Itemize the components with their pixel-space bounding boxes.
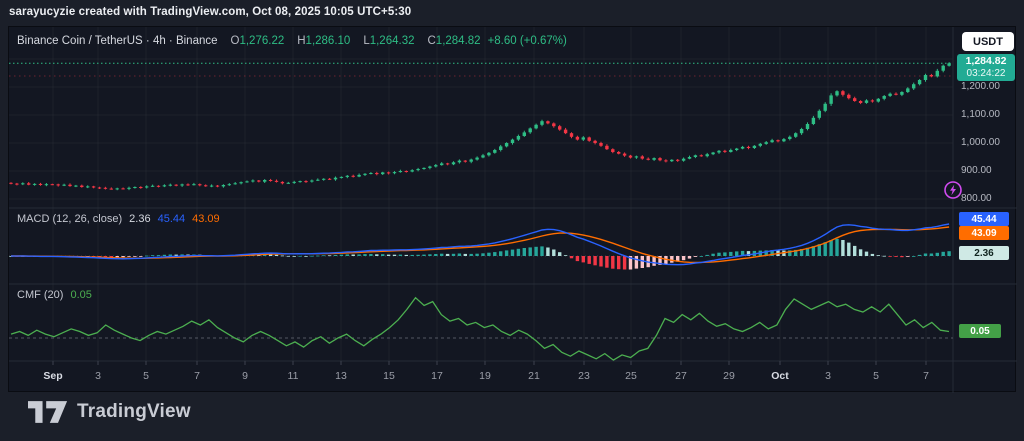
time-tick-label: 19 [468,370,502,382]
ohlc-close: C1,284.82 [421,35,480,47]
cmf-title[interactable]: CMF (20) [17,289,63,301]
time-tick-label: 7 [909,370,943,382]
currency-toggle-button[interactable]: USDT [962,32,1014,51]
time-tick-label: 25 [614,370,648,382]
time-tick-label: 7 [180,370,214,382]
last-price-value: 1,284.82 [966,55,1007,68]
macd-hist-badge: 2.36 [959,246,1009,260]
time-tick-label: 17 [420,370,454,382]
time-tick-label: 13 [324,370,358,382]
time-tick-label: Sep [36,370,70,382]
price-tick-label: 800.00 [961,193,992,204]
tradingview-logo-text: TradingView [77,401,191,423]
instant-trading-icon[interactable] [943,180,963,200]
time-tick-label: 27 [664,370,698,382]
cmf-value: 0.05 [70,289,91,301]
time-tick-label: 9 [228,370,262,382]
symbol-legend: Binance Coin / TetherUS · 4h · Binance O… [17,35,567,47]
macd-line-badge: 45.44 [959,212,1009,226]
cmf-value-badge: 0.05 [959,324,1001,338]
tradingview-logo-icon [28,401,68,423]
chart-canvas[interactable] [9,27,1017,393]
chart-card: Binance Coin / TetherUS · 4h · Binance O… [8,26,1016,392]
cmf-legend: CMF (20) 0.05 [17,289,92,301]
footer-bar: TradingView [0,392,1024,441]
time-tick-label: 5 [129,370,163,382]
time-tick-label: 3 [811,370,845,382]
time-tick-label: 23 [567,370,601,382]
tradingview-logo[interactable]: TradingView [28,401,191,423]
macd-signal-value: 43.09 [192,213,220,225]
last-price-badge: 1,284.82 03:24:22 [957,54,1015,81]
time-tick-label: 15 [372,370,406,382]
time-tick-label: 11 [276,370,310,382]
macd-line-value: 45.44 [158,213,186,225]
macd-legend: MACD (12, 26, close) 2.36 45.44 43.09 [17,213,220,225]
time-tick-label: 5 [859,370,893,382]
price-tick-label: 1,000.00 [961,137,1000,148]
ohlc-change: +8.60 (+0.67%) [488,35,567,47]
ohlc-open: O1,276.22 [225,35,285,47]
price-tick-label: 900.00 [961,165,992,176]
ohlc-low: L1,264.32 [357,35,414,47]
price-tick-label: 1,200.00 [961,81,1000,92]
bar-countdown: 03:24:22 [967,68,1006,81]
time-tick-label: Oct [763,370,797,382]
macd-signal-badge: 43.09 [959,226,1009,240]
attribution-bar: sarayucyzie created with TradingView.com… [0,0,1024,26]
macd-title[interactable]: MACD (12, 26, close) [17,213,122,225]
time-tick-label: 3 [81,370,115,382]
time-tick-label: 21 [517,370,551,382]
macd-hist-value: 2.36 [129,213,150,225]
time-tick-label: 29 [712,370,746,382]
ohlc-high: H1,286.10 [291,35,350,47]
symbol-title[interactable]: Binance Coin / TetherUS · 4h · Binance [17,35,218,47]
price-tick-label: 1,100.00 [961,109,1000,120]
attribution-text: sarayucyzie created with TradingView.com… [9,6,411,18]
